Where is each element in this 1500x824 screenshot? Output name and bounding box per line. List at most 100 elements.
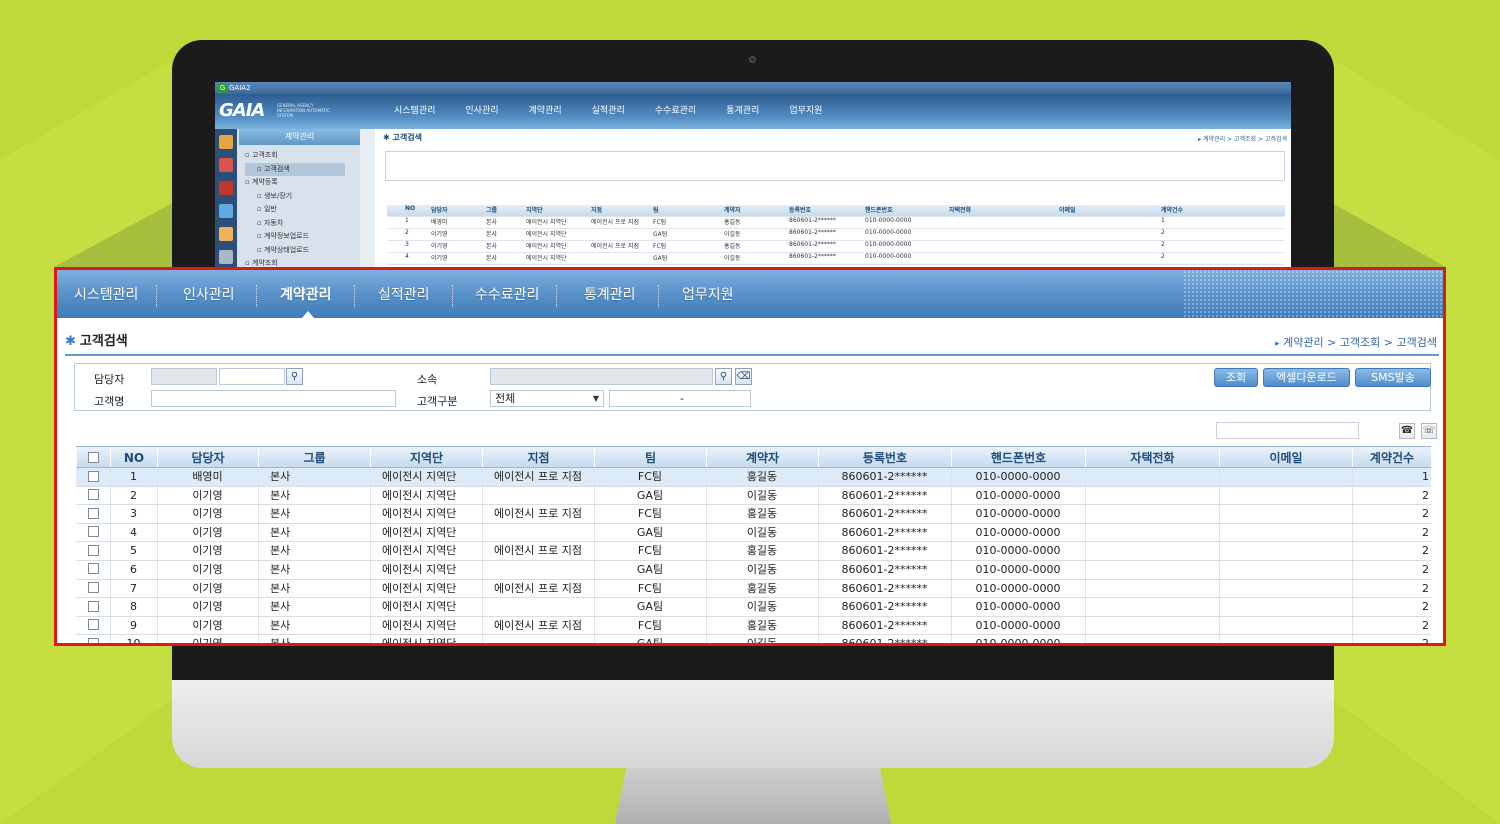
nav-system[interactable]: 시스템관리 (74, 270, 138, 318)
row-checkbox[interactable] (76, 542, 110, 560)
table-row[interactable]: 3 이기영 본사 에이전시 지역단 에이전시 프로 지점 FC팀 홍길동 860601-2**… (76, 505, 1431, 524)
cell-manager: 이기영 (192, 507, 223, 521)
table-row[interactable]: 4 이기영 본사 에이전시 지역단 GA팀 이길동 860601-2****** 010-00… (76, 523, 1431, 543)
cell-branch (482, 561, 594, 579)
column-header-no[interactable]: NO (110, 447, 157, 467)
home-icon[interactable] (219, 135, 233, 149)
sidebar-tree-item[interactable]: ▫ 계약등록 (245, 176, 345, 190)
column-divider (370, 542, 371, 560)
row-checkbox[interactable] (76, 468, 110, 486)
row-checkbox[interactable] (76, 561, 110, 579)
cell-contractor: 홍길동 (746, 544, 778, 558)
preview-nav-item[interactable]: 업무지원 (774, 94, 837, 129)
org-input[interactable] (490, 368, 713, 385)
row-checkbox[interactable] (76, 487, 110, 505)
preview-nav-item[interactable]: 시스템관리 (379, 94, 450, 129)
column-divider (1085, 579, 1086, 598)
column-header-manager[interactable]: 담당자 (157, 447, 258, 467)
search-button[interactable]: 조회 (1214, 368, 1258, 387)
mail-icon[interactable] (219, 227, 233, 241)
nav-hr[interactable]: 인사관리 (183, 270, 235, 318)
column-header-branch[interactable]: 지점 (482, 447, 594, 467)
phone-icon[interactable]: ☎ (1399, 423, 1415, 439)
preview-nav-item[interactable]: 통계관리 (711, 94, 774, 129)
table-row[interactable]: 7 이기영 본사 에이전시 지역단 에이전시 프로 지점 FC팀 홍길동 860601-2**… (76, 579, 1431, 599)
customer-type-select[interactable]: 전체 ▼ (490, 390, 604, 407)
sidebar-tree-item[interactable]: ▫ 계약상태업로드 (245, 244, 345, 258)
table-row[interactable]: 8 이기영 본사 에이전시 지역단 GA팀 이길동 860601-2****** 010-00… (76, 598, 1431, 617)
nav-separator (256, 285, 257, 307)
link-icon[interactable] (219, 250, 233, 264)
excel-download-button[interactable]: 엑셀다운로드 (1263, 368, 1350, 387)
column-header-home[interactable]: 자택전화 (1085, 447, 1219, 467)
users-icon[interactable] (219, 204, 233, 218)
table-row[interactable]: 9 이기영 본사 에이전시 지역단 에이전시 프로 지점 FC팀 홍길동 860601-2**… (76, 616, 1431, 636)
table-row[interactable]: 10 이기영 본사 에이전시 지역단 GA팀 이길동 860601-2****** 010-0… (76, 635, 1431, 643)
cell-team: FC팀 (637, 618, 663, 632)
manager-search-icon[interactable]: ⚲ (286, 368, 303, 385)
row-checkbox[interactable] (76, 580, 110, 598)
phone-input[interactable] (1216, 422, 1359, 439)
nav-commission[interactable]: 수수료관리 (475, 270, 539, 318)
table-row[interactable]: 1 배영미 본사 에이전시 지역단 에이전시 프로 지점 FC팀 홍길동 860601-2**… (76, 468, 1431, 487)
row-checkbox[interactable] (76, 524, 110, 542)
preview-cell: 1 (1161, 217, 1165, 224)
sidebar-tree-item[interactable]: ▫ 자동차 (245, 217, 345, 231)
preview-nav-item[interactable]: 계약관리 (514, 94, 577, 129)
sidebar-tree-item[interactable]: ▫ 생보/장기 (245, 190, 345, 204)
sidebar-tree-item[interactable]: ▫ 일반 (245, 203, 345, 217)
cell-count: 2 (1422, 618, 1429, 632)
row-checkbox[interactable] (76, 617, 110, 635)
sidebar-tree-item[interactable]: ▫ 고객검색 (245, 162, 345, 176)
phone-outline-icon[interactable]: ☏ (1421, 423, 1437, 439)
fc-icon[interactable] (219, 181, 233, 195)
preview-cell: 본사 (486, 219, 498, 226)
column-header-contractor[interactable]: 계약자 (706, 447, 818, 467)
table-row[interactable]: 2 이기영 본사 에이전시 지역단 GA팀 이길동 860601-2****** 010-00… (76, 486, 1431, 506)
eraser-icon[interactable]: ⌫ (735, 368, 752, 385)
breadcrumb-item[interactable]: 고객조회 (1340, 336, 1380, 349)
column-header-reg[interactable]: 등록번호 (818, 447, 951, 467)
manager-name-input[interactable] (219, 368, 285, 385)
sidebar-tree-item[interactable]: ▫ 계약정보업로드 (245, 230, 345, 244)
sms-send-button[interactable]: SMS발송 (1355, 368, 1431, 387)
preview-column-header: 그룹 (486, 207, 498, 214)
column-divider (1219, 468, 1220, 486)
preview-nav-item[interactable]: 실적관리 (577, 94, 640, 129)
column-divider (1352, 523, 1353, 542)
column-header-group[interactable]: 그룹 (258, 447, 370, 467)
nav-performance[interactable]: 실적관리 (378, 270, 430, 318)
cell-contractor: 이길동 (746, 562, 778, 576)
table-row[interactable]: 5 이기영 본사 에이전시 지역단 에이전시 프로 지점 FC팀 홍길동 860601-2**… (76, 542, 1431, 561)
preview-nav-item[interactable]: 인사관리 (450, 94, 513, 129)
column-header-team[interactable]: 팀 (594, 447, 706, 467)
table-row[interactable]: 6 이기영 본사 에이전시 지역단 GA팀 이길동 860601-2****** 010-00… (76, 560, 1431, 580)
column-header-email[interactable]: 이메일 (1219, 447, 1352, 467)
cell-manager: 이기영 (192, 525, 223, 539)
column-header-phone[interactable]: 핸드폰번호 (951, 447, 1085, 467)
customer-type-detail[interactable]: - (609, 390, 751, 407)
column-divider (1085, 486, 1086, 505)
sidebar-tree-item[interactable]: ▫ 고객조회 (245, 149, 345, 163)
row-checkbox[interactable] (76, 635, 110, 643)
org-search-icon[interactable]: ⚲ (715, 368, 732, 385)
column-header-count[interactable]: 계약건수 (1352, 447, 1431, 467)
preview-nav-item[interactable]: 수수료관리 (640, 94, 711, 129)
row-checkbox[interactable] (76, 598, 110, 616)
nav-support[interactable]: 업무지원 (682, 270, 734, 318)
column-divider (110, 505, 111, 523)
cell-region: 에이전시 지역단 (382, 600, 457, 614)
cell-manager: 이기영 (192, 562, 223, 576)
customer-name-input[interactable] (151, 390, 396, 407)
nav-statistics[interactable]: 통계관리 (584, 270, 636, 318)
breadcrumb-item[interactable]: 계약관리 (1283, 336, 1323, 349)
column-header-region[interactable]: 지역단 (370, 447, 482, 467)
cell-team: FC팀 (637, 544, 663, 558)
manager-code-input[interactable] (151, 368, 217, 385)
select-all-checkbox[interactable] (76, 447, 110, 467)
car-icon[interactable] (219, 158, 233, 172)
breadcrumb-item[interactable]: 고객검색 (1397, 336, 1437, 349)
column-divider (482, 598, 483, 616)
row-checkbox[interactable] (76, 505, 110, 523)
preview-cell: 에이전시 프로 지점 (591, 219, 639, 226)
